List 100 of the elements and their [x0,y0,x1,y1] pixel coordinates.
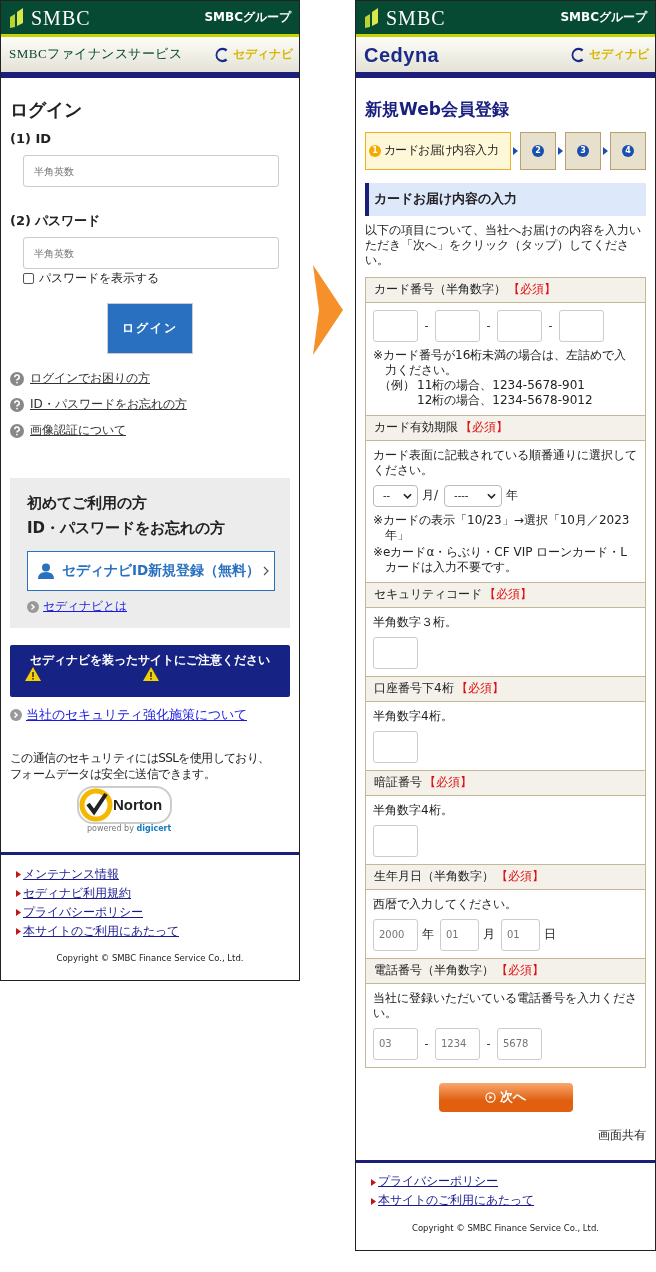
input-field[interactable] [559,310,604,342]
dropdown-icon [487,493,497,499]
input-field[interactable]: 半角英数 [23,155,279,188]
footer-link[interactable]: プライバシーポリシー [378,1174,498,1190]
input-field[interactable] [373,825,418,857]
help-icon [10,371,24,386]
group-label: SMBCグループ [204,9,291,26]
ssl-note: フォームデータは安全に送信できます。 [10,765,217,782]
screen-share-link[interactable]: 画面共有 [598,1128,646,1144]
bullet-icon [371,1197,376,1205]
example-text: 11桁の場合、1234-5678-901 [417,378,586,393]
bullet-icon [16,909,21,916]
unit-label: 年 [422,927,434,943]
copyright: Copyright © SMBC Finance Service Co., Ltd. [410,1222,601,1234]
input-field[interactable] [373,310,418,342]
field-label: (1) ID [10,131,53,149]
unit-label: 年 [506,488,519,504]
footer-link[interactable]: メンテナンス情報 [23,866,119,883]
footer-link[interactable]: セディナビ利用規約 [23,885,131,902]
field-label: 暗証番号 [374,775,422,791]
leaf-logo-icon [364,7,380,28]
section-title: カードお届け内容の入力 [365,183,646,216]
page-title: 新規Web会員登録 [365,98,510,121]
input-field[interactable] [435,310,480,342]
required-label: 【必須】 [484,587,532,603]
required-label: 【必須】 [460,420,508,436]
field-hint: 半角数字4桁。 [373,803,454,818]
field-hint: 西暦で入力してください。 [373,897,518,912]
footer-link[interactable]: 本サイトのご利用にあたって [378,1193,534,1209]
input-field[interactable] [373,731,418,763]
field-label: カード番号（半角数字） [374,282,506,298]
chevron-circle-icon [27,600,39,613]
login-button[interactable]: ログイン [107,302,193,354]
field-hint: 半角数字4桁。 [373,709,454,724]
note-text: ※カード番号が16桁未満の場合は、左詰めで入力ください。 [373,348,628,378]
input-field[interactable]: 1234 [435,1028,480,1060]
note-text: ※eカードα・らぶり・CF VIP ローンカード・Lカードは入力不要です。 [373,545,628,575]
step-arrow-icon [558,147,563,156]
step-label: カードお届け内容入力 [384,143,498,159]
norton-logo: Norton [113,794,163,815]
leaf-logo-icon [9,7,25,28]
register-button[interactable]: セディナビID新規登録（無料） [27,550,275,591]
select-field[interactable]: -- [373,485,418,507]
required-label: 【必須】 [424,775,472,791]
separator: - [485,1036,492,1052]
checkmark-seal-icon [79,787,113,822]
page-title: ログイン [10,98,83,122]
right-arrow-icon [312,265,343,355]
input-field[interactable] [373,637,418,669]
about-link[interactable]: セディナビとは [43,598,127,615]
footer-link[interactable]: 本サイトのご利用にあたって [23,923,179,940]
select-field[interactable]: ---- [444,485,503,507]
help-icon [10,397,24,412]
field-label: カード有効期限 [374,420,458,436]
warning-icon [25,666,41,681]
copyright: Copyright © SMBC Finance Service Co., Ltd. [55,953,245,965]
powered-by-label: powered by [87,823,134,833]
chevron-icon [263,565,270,576]
field-hint: 半角数字３桁。 [373,615,458,630]
security-link[interactable]: 当社のセキュリティ強化施策について [26,707,247,724]
separator: - [423,318,430,334]
dropdown-icon [403,493,412,499]
input-field[interactable]: 01 [440,919,479,951]
input-field[interactable]: 2000 [373,919,418,951]
input-field[interactable]: 01 [501,919,540,951]
show-password-checkbox[interactable]: パスワードを表示する [23,271,159,287]
note-text: ※カードの表示「10/23」→選択「10月／2023年」 [373,513,631,543]
required-label: 【必須】 [496,869,544,885]
bullet-icon [16,871,21,878]
navi-logo: セディナビ [233,46,293,63]
step-number: 2 [532,145,544,158]
help-link[interactable]: ID・パスワードをお忘れの方 [30,396,187,413]
warning-text: セディナビを装ったサイトにご注意ください [30,653,270,669]
bullet-icon [371,1178,376,1186]
panel-heading: 初めてご利用の方 [27,492,148,514]
field-label: 電話番号（半角数字） [374,963,494,979]
input-field[interactable]: 03 [373,1028,418,1060]
help-link[interactable]: 画像認証について [30,422,126,439]
input-field[interactable]: 5678 [497,1028,542,1060]
intro-text: 以下の項目について、当社へお届けの内容を入力いただき「次へ」をクリック（タップ）してください。 [365,223,642,268]
field-label: 生年月日（半角数字） [374,869,494,885]
help-link[interactable]: ログインでお困りの方 [30,370,150,387]
brand-logo: SMBC [31,5,91,31]
input-field[interactable] [497,310,542,342]
unit-label: 日 [544,927,556,943]
company-logo: Cedyna [364,42,440,68]
panel-heading: ID・パスワードをお忘れの方 [27,517,227,539]
company-logo: SMBCファイナンスサービス [9,46,183,63]
play-circle-icon [485,1092,496,1103]
bullet-icon [16,928,21,935]
brand-logo: SMBC [386,5,446,31]
step-number: 4 [622,145,634,158]
navi-logo: セディナビ [589,46,649,63]
separator: - [423,1036,430,1052]
chevron-circle-icon [10,709,22,722]
group-label: SMBCグループ [560,9,647,26]
footer-link[interactable]: プライバシーポリシー [23,904,143,921]
field-label: セキュリティコード [374,587,482,603]
required-label: 【必須】 [508,282,556,298]
input-field[interactable]: 半角英数 [23,237,279,270]
